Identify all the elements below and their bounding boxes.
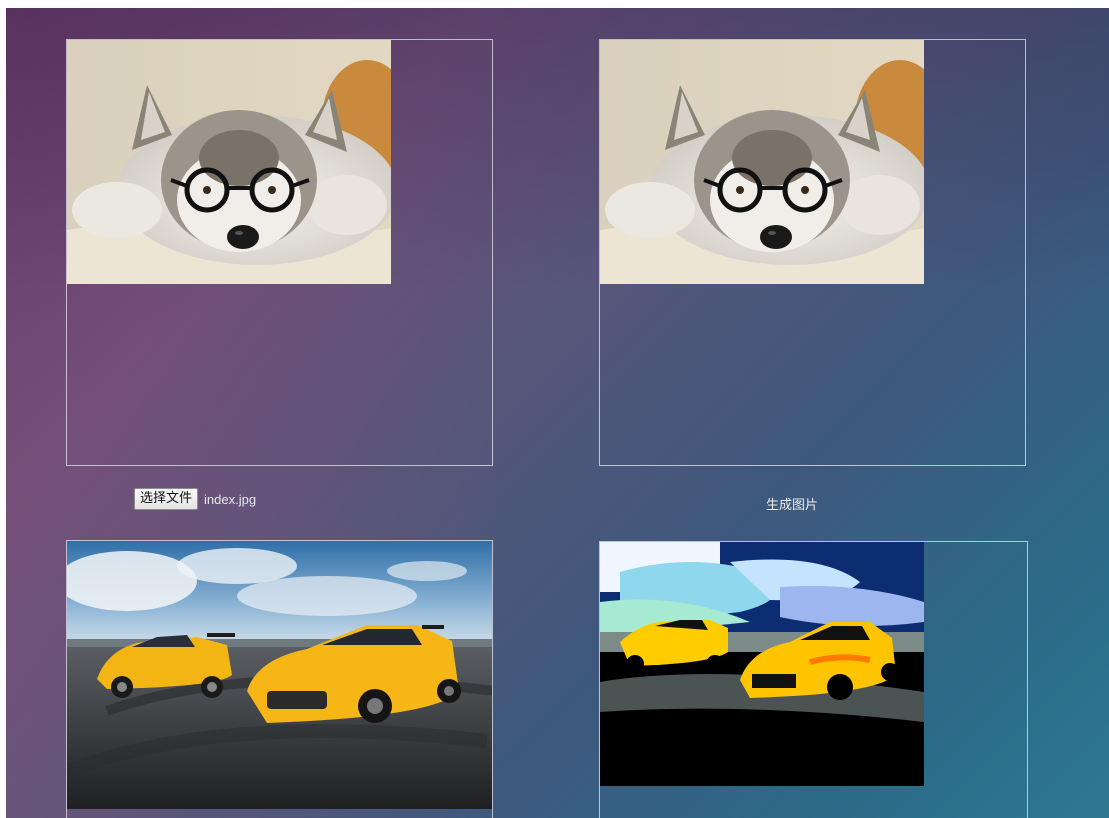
choose-file-button[interactable]: 选择文件 (134, 488, 199, 510)
result-image-frame (599, 39, 1026, 466)
cars-photo (67, 541, 492, 809)
husky-photo (67, 40, 391, 284)
source-image-frame (66, 39, 493, 466)
husky-result-photo (600, 40, 924, 284)
file-upload-control: 选择文件 index.jpg (134, 488, 256, 510)
source-image-frame-2 (66, 540, 493, 818)
selected-file-name: index.jpg (204, 491, 257, 507)
result-image-frame-2 (599, 541, 1028, 818)
generate-image-button[interactable]: 生成图片 (766, 494, 818, 513)
cars-posterized-photo (600, 542, 924, 786)
page-background: 选择文件 index.jpg 生成图片 (6, 8, 1109, 818)
